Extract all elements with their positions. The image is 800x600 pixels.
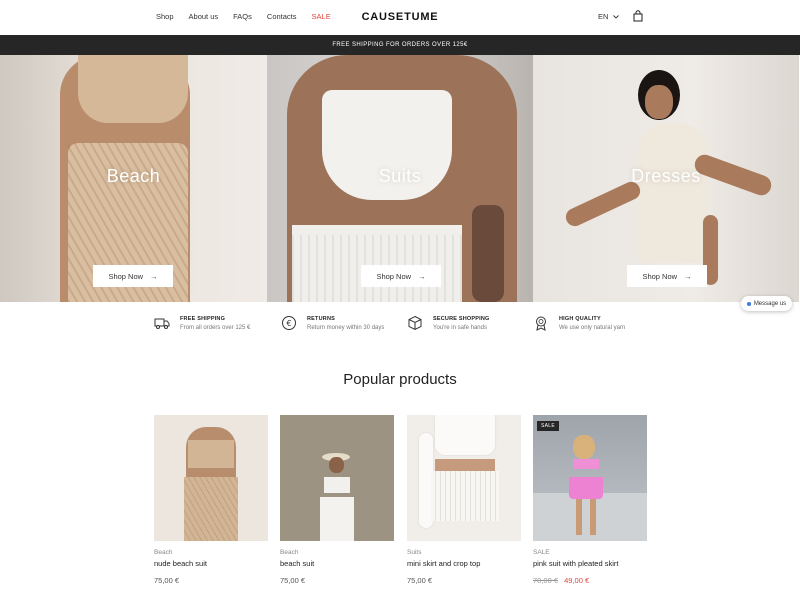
shop-now-suits-button[interactable]: Shop Now → <box>361 265 441 287</box>
feature-title: FREE SHIPPING <box>180 315 226 322</box>
feature-subtitle: We use only natural yarn <box>559 324 626 331</box>
product-category: Suits <box>407 549 422 556</box>
bag-icon[interactable] <box>633 10 643 22</box>
truck-icon <box>154 318 170 329</box>
hero-title-dresses: Dresses <box>631 166 701 186</box>
box-icon <box>408 315 422 331</box>
product-category: Beach <box>280 549 299 556</box>
chevron-down-icon <box>613 14 620 19</box>
product-price: 75,00 € <box>407 576 433 585</box>
product-name[interactable]: mini skirt and crop top <box>407 559 480 568</box>
popular-products-heading: Popular products <box>343 371 457 388</box>
product-image[interactable] <box>407 415 521 541</box>
language-selector[interactable]: EN <box>598 12 620 21</box>
message-us-label: Message us <box>753 300 787 307</box>
feature-free-shipping: FREE SHIPPING From all orders over 125 € <box>154 315 250 331</box>
site-logo[interactable]: CAUSETUME <box>0 11 800 23</box>
feature-returns: € RETURNS Return money within 30 days <box>281 315 384 331</box>
quality-badge-icon <box>536 316 546 331</box>
old-price: 70,00 € <box>533 576 559 585</box>
arrow-right-icon: → <box>150 271 158 281</box>
feature-high-quality: HIGH QUALITY We use only natural yarn <box>533 315 625 331</box>
product-price: 75,00 € <box>154 576 180 585</box>
shop-now-label: Shop Now <box>642 271 678 281</box>
hero-title-suits: Suits <box>378 166 422 186</box>
chat-dot-icon <box>746 301 751 306</box>
hero-panel-dresses[interactable]: Dresses Shop Now → <box>533 55 799 302</box>
product-card[interactable]: Suits mini skirt and crop top 75,00 € <box>407 415 521 585</box>
feature-secure-shopping: SECURE SHOPPING You're in safe hands <box>407 315 489 331</box>
product-name[interactable]: pink suit with pleated skirt <box>533 559 618 568</box>
message-us-button[interactable]: Message us <box>741 296 792 311</box>
product-name[interactable]: nude beach suit <box>154 559 207 568</box>
arrow-right-icon: → <box>684 271 692 281</box>
product-name[interactable]: beach suit <box>280 559 314 568</box>
hero-panel-beach[interactable]: Beach Shop Now → <box>0 55 267 302</box>
product-price: 75,00 € <box>280 576 306 585</box>
sale-price: 49,00 € <box>564 576 590 585</box>
language-label: EN <box>598 12 609 21</box>
shop-now-dresses-button[interactable]: Shop Now → <box>627 265 707 287</box>
feature-title: HIGH QUALITY <box>559 315 601 322</box>
shop-now-beach-button[interactable]: Shop Now → <box>93 265 173 287</box>
euro-coin-icon: € <box>282 316 296 330</box>
sale-badge: SALE <box>537 421 559 431</box>
shop-now-label: Shop Now <box>108 271 144 281</box>
feature-title: RETURNS <box>307 315 335 322</box>
product-card[interactable]: Beach beach suit 75,00 € <box>280 415 394 585</box>
hero-title-beach: Beach <box>106 166 161 186</box>
feature-subtitle: From all orders over 125 € <box>180 324 251 331</box>
shop-now-label: Shop Now <box>376 271 412 281</box>
hero-banner: Beach Shop Now → Suits Shop Now → Dresse… <box>0 55 800 302</box>
product-category: Beach <box>154 549 173 556</box>
product-image[interactable]: SALE <box>533 415 647 541</box>
feature-title: SECURE SHOPPING <box>433 315 490 322</box>
hero-panel-suits[interactable]: Suits Shop Now → <box>267 55 533 302</box>
arrow-right-icon: → <box>418 271 426 281</box>
site-header: Shop About us FAQs Contacts SALE CAUSETU… <box>0 0 800 35</box>
svg-text:€: € <box>286 319 291 328</box>
feature-subtitle: Return money within 30 days <box>307 324 385 331</box>
product-category: SALE <box>533 549 550 556</box>
product-price: 70,00 € 49,00 € <box>533 576 589 585</box>
product-image[interactable] <box>154 415 268 541</box>
feature-subtitle: You're in safe hands <box>433 324 487 331</box>
product-card[interactable]: Beach nude beach suit 75,00 € <box>154 415 268 585</box>
shipping-banner: FREE SHIPPING FOR ORDERS OVER 125€ <box>0 35 800 55</box>
product-image[interactable] <box>280 415 394 541</box>
product-card[interactable]: SALE SALE pink suit with pleated skirt 7… <box>533 415 647 585</box>
